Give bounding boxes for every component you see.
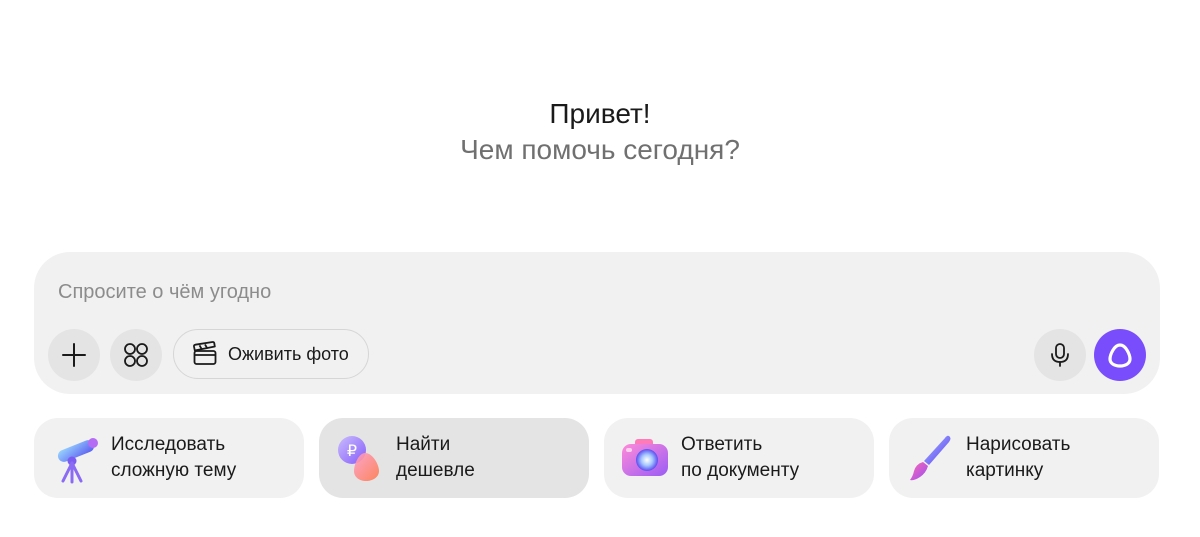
animate-photo-button[interactable]: Оживить фото — [173, 329, 369, 379]
microphone-button[interactable] — [1034, 329, 1086, 381]
card-icon-wrap: ₽ — [333, 431, 387, 485]
card-text: Нарисовать картинку — [966, 432, 1070, 484]
card-line-1: Исследовать — [111, 434, 226, 455]
card-icon-wrap — [48, 431, 102, 485]
microphone-icon — [1051, 343, 1069, 367]
suggestion-card-draw[interactable]: Нарисовать картинку — [889, 418, 1159, 498]
alice-voice-button[interactable] — [1094, 329, 1146, 381]
card-text: Ответить по документу — [681, 432, 799, 484]
animate-photo-label: Оживить фото — [228, 343, 349, 364]
suggestion-card-research[interactable]: Исследовать сложную тему — [34, 418, 304, 498]
card-line-1: Ответить — [681, 434, 763, 455]
card-line-2: по документу — [681, 460, 800, 481]
add-button[interactable] — [48, 329, 100, 381]
suggestion-card-document[interactable]: Ответить по документу — [604, 418, 874, 498]
page: Привет! Чем помочь сегодня? Спросите о ч… — [0, 0, 1200, 537]
card-line-2: картинку — [966, 460, 1044, 481]
grid-dots-icon — [124, 343, 148, 367]
prompt-input[interactable] — [58, 276, 958, 308]
apps-button[interactable] — [110, 329, 162, 381]
card-line-1: Найти — [396, 434, 451, 455]
alice-ring-icon — [1108, 343, 1132, 368]
card-text: Найти дешевле — [396, 432, 475, 484]
clapperboard-icon — [193, 341, 217, 365]
suggestion-card-cheaper[interactable]: ₽ Найти дешевле — [319, 418, 589, 498]
composer: Оживить фото — [34, 252, 1160, 394]
greeting: Привет! Чем помочь сегодня? — [0, 96, 1200, 168]
card-icon-wrap — [618, 431, 672, 485]
svg-text:₽: ₽ — [347, 441, 357, 460]
plus-icon — [62, 343, 86, 367]
suggestions: Исследовать сложную тему ₽ Найти дешевле… — [34, 418, 1160, 498]
card-line-2: дешевле — [396, 460, 475, 481]
card-text: Исследовать сложную тему — [111, 432, 236, 484]
card-line-2: сложную тему — [111, 460, 237, 481]
card-icon-wrap — [903, 431, 957, 485]
paintbrush-icon — [910, 435, 951, 481]
greeting-title: Привет! — [549, 98, 651, 129]
camera-icon — [622, 439, 668, 476]
telescope-icon — [57, 438, 98, 484]
card-line-1: Нарисовать — [966, 434, 1071, 455]
price-tag-icon: ₽ — [338, 436, 379, 481]
greeting-subtitle: Чем помочь сегодня? — [460, 134, 740, 165]
